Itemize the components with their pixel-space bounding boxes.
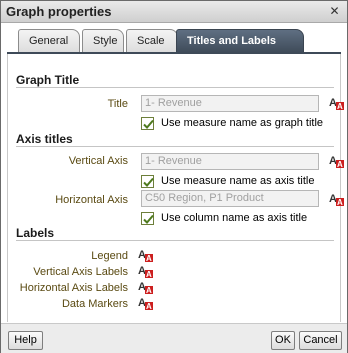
svg-text:A: A: [138, 297, 146, 309]
tab-style-label: Style: [93, 35, 118, 47]
section-axis-titles: Axis titles: [16, 132, 73, 146]
cancel-button[interactable]: Cancel: [299, 331, 342, 350]
use-measure-axis-title-row[interactable]: Use measure name as axis title: [141, 175, 341, 191]
svg-text:A: A: [337, 160, 343, 169]
use-measure-axis-title-checkbox[interactable]: [141, 175, 154, 188]
svg-text:A: A: [337, 198, 343, 207]
divider: [16, 87, 334, 88]
svg-text:A: A: [146, 302, 152, 311]
divider: [16, 240, 334, 241]
use-column-axis-title-checkbox[interactable]: [141, 212, 154, 225]
tab-titles-and-labels[interactable]: Titles and Labels: [176, 29, 304, 53]
vertical-axis-labels-label: Vertical Axis Labels: [33, 266, 128, 278]
vertical-axis-label: Vertical Axis: [68, 155, 128, 167]
section-graph-title: Graph Title: [16, 73, 80, 87]
svg-text:A: A: [146, 270, 152, 279]
graph-properties-dialog: Graph properties ✕ General Style Scale T…: [0, 0, 348, 353]
tab-titles-and-labels-label: Titles and Labels: [187, 35, 277, 47]
use-column-axis-title-label: Use column name as axis title: [161, 212, 308, 224]
horizontal-axis-input[interactable]: C50 Region, P1 Product: [141, 190, 319, 207]
svg-text:A: A: [138, 249, 146, 261]
use-measure-graph-title-label: Use measure name as graph title: [161, 117, 324, 129]
svg-text:A: A: [329, 193, 337, 205]
svg-text:A: A: [138, 281, 146, 293]
text-format-icon[interactable]: A A: [138, 279, 154, 295]
text-format-icon[interactable]: A A: [329, 153, 345, 169]
help-button[interactable]: Help: [8, 331, 43, 350]
legend-label: Legend: [91, 250, 128, 262]
text-format-icon[interactable]: A A: [138, 295, 154, 311]
svg-text:A: A: [146, 254, 152, 263]
tab-scale-label: Scale: [137, 35, 165, 47]
title-bar: Graph properties ✕: [1, 1, 347, 23]
svg-text:A: A: [138, 265, 146, 277]
tab-content: Graph Title Title 1- Revenue A A Use mea…: [7, 54, 344, 322]
tab-general[interactable]: General: [18, 29, 80, 53]
text-format-icon[interactable]: A A: [329, 191, 345, 207]
dialog-footer: Help OK Cancel: [1, 323, 347, 353]
data-markers-label: Data Markers: [61, 298, 128, 310]
horizontal-axis-label: Horizontal Axis: [55, 194, 128, 206]
svg-text:A: A: [146, 286, 152, 295]
title-input[interactable]: 1- Revenue: [141, 95, 319, 112]
tab-strip: General Style Scale Titles and Labels: [18, 29, 338, 53]
svg-text:A: A: [329, 97, 337, 109]
text-format-icon[interactable]: A A: [138, 263, 154, 279]
use-measure-graph-title-row[interactable]: Use measure name as graph title: [141, 117, 341, 133]
text-format-icon[interactable]: A A: [138, 247, 154, 263]
ok-button[interactable]: OK: [271, 331, 295, 350]
title-label: Title: [107, 98, 128, 110]
divider: [16, 146, 334, 147]
svg-text:A: A: [329, 155, 337, 167]
svg-text:A: A: [337, 102, 343, 111]
horizontal-axis-labels-label: Horizontal Axis Labels: [19, 282, 128, 294]
use-column-axis-title-row[interactable]: Use column name as axis title: [141, 212, 341, 228]
close-icon[interactable]: ✕: [327, 4, 342, 19]
use-measure-axis-title-label: Use measure name as axis title: [161, 175, 315, 187]
section-labels: Labels: [16, 226, 55, 240]
tab-style[interactable]: Style: [82, 29, 124, 53]
tab-scale[interactable]: Scale: [126, 29, 178, 53]
dialog-title: Graph properties: [6, 4, 112, 19]
use-measure-graph-title-checkbox[interactable]: [141, 117, 154, 130]
text-format-icon[interactable]: A A: [329, 95, 345, 111]
vertical-axis-input[interactable]: 1- Revenue: [141, 153, 319, 170]
tab-general-label: General: [29, 35, 69, 47]
